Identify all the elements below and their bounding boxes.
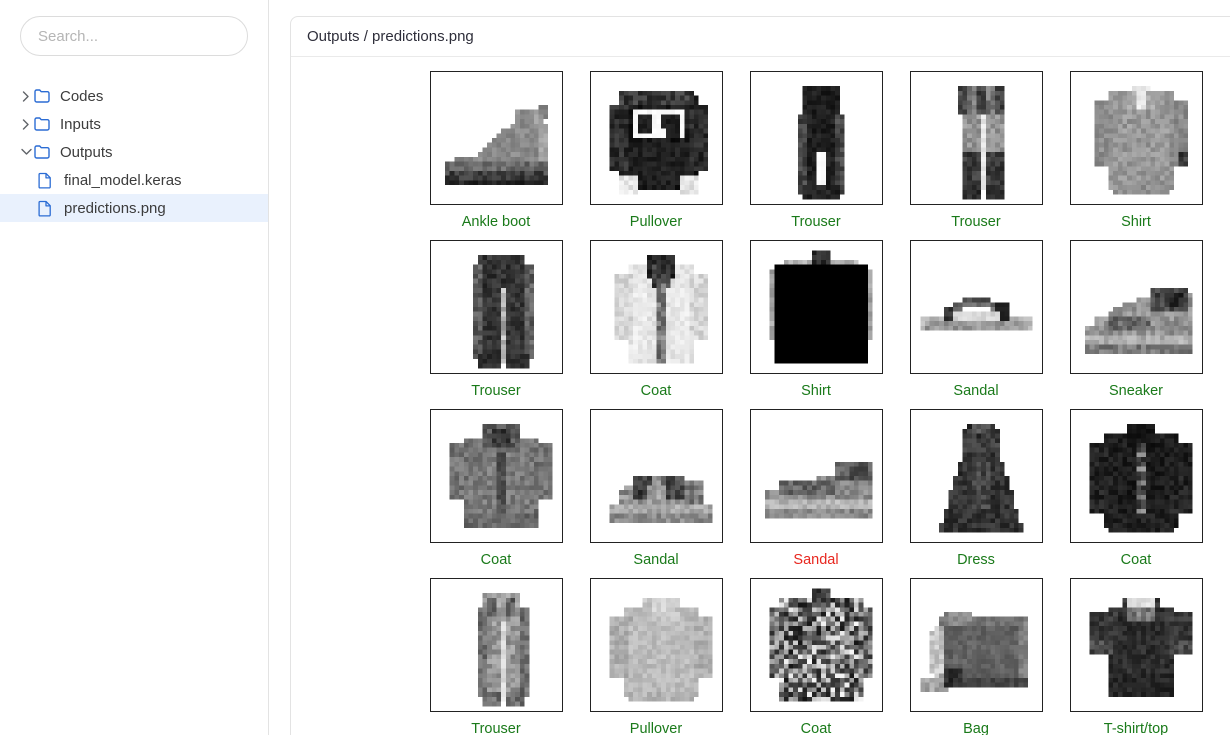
predictions-grid: Ankle boot Pullover Trouser Trouser Shirt Tro… xyxy=(291,71,1230,735)
content-area: Outputs / predictions.png Ankle boot Pull… xyxy=(269,0,1230,735)
prediction-label: Pullover xyxy=(630,720,682,735)
prediction-thumbnail xyxy=(910,240,1043,374)
tree-folder-outputs[interactable]: Outputs xyxy=(0,138,268,166)
prediction-thumbnail xyxy=(430,409,563,543)
chevron-right-icon[interactable] xyxy=(18,91,34,102)
prediction-thumbnail xyxy=(430,578,563,712)
tree-item-label: predictions.png xyxy=(64,200,166,217)
prediction-thumbnail xyxy=(1070,578,1203,712)
tree-folder-inputs[interactable]: Inputs xyxy=(0,110,268,138)
prediction-label: T-shirt/top xyxy=(1104,720,1168,735)
prediction-thumbnail xyxy=(750,578,883,712)
prediction-cell: Coat xyxy=(736,578,896,735)
tree-item-label: Inputs xyxy=(60,116,101,133)
prediction-thumbnail xyxy=(750,240,883,374)
tree-item-label: final_model.keras xyxy=(64,172,182,189)
prediction-label: Coat xyxy=(641,382,672,400)
prediction-label: Trouser xyxy=(471,382,520,400)
predictions-viewport: Ankle boot Pullover Trouser Trouser Shirt Tro… xyxy=(291,57,1230,735)
tree-item-label: Outputs xyxy=(60,144,113,161)
prediction-label: Trouser xyxy=(471,720,520,735)
prediction-label: Sneaker xyxy=(1109,382,1163,400)
prediction-thumbnail xyxy=(910,71,1043,205)
preview-card: Outputs / predictions.png Ankle boot Pull… xyxy=(290,16,1230,735)
folder-icon xyxy=(34,145,56,159)
prediction-label: Sandal xyxy=(633,551,678,569)
prediction-thumbnail xyxy=(590,578,723,712)
folder-icon xyxy=(34,89,56,103)
prediction-label: Coat xyxy=(481,551,512,569)
sidebar: Codes Inputs Outputs final_model.keraspredi… xyxy=(0,0,269,735)
prediction-cell: Ankle boot xyxy=(416,71,576,231)
folder-icon xyxy=(34,117,56,131)
prediction-cell: Trouser xyxy=(736,71,896,231)
prediction-thumbnail xyxy=(750,409,883,543)
chevron-right-icon[interactable] xyxy=(18,119,34,130)
prediction-label: Sandal xyxy=(793,551,838,569)
prediction-label: Trouser xyxy=(951,213,1000,231)
prediction-label: Shirt xyxy=(1121,213,1151,231)
prediction-label: Coat xyxy=(1121,551,1152,569)
prediction-thumbnail xyxy=(750,71,883,205)
prediction-thumbnail xyxy=(430,240,563,374)
breadcrumb-text: Outputs / predictions.png xyxy=(307,28,474,45)
prediction-cell: Sandal xyxy=(576,409,736,569)
prediction-cell: Pullover xyxy=(576,578,736,735)
prediction-thumbnail xyxy=(1070,71,1203,205)
tree-file-final-model-keras[interactable]: final_model.keras xyxy=(0,166,268,194)
prediction-label: Shirt xyxy=(801,382,831,400)
prediction-cell: Shirt xyxy=(1056,71,1216,231)
prediction-cell: Coat xyxy=(576,240,736,400)
prediction-label: Ankle boot xyxy=(462,213,531,231)
search-input[interactable] xyxy=(20,16,248,56)
search-container xyxy=(0,16,268,56)
prediction-label: Bag xyxy=(963,720,989,735)
chevron-down-icon[interactable] xyxy=(18,148,34,156)
prediction-thumbnail xyxy=(590,71,723,205)
prediction-cell: Sandal xyxy=(736,409,896,569)
prediction-thumbnail xyxy=(430,71,563,205)
prediction-thumbnail xyxy=(1070,240,1203,374)
prediction-cell: Coat xyxy=(416,409,576,569)
tree-folder-codes[interactable]: Codes xyxy=(0,82,268,110)
file-tree: Codes Inputs Outputs final_model.keraspredi… xyxy=(0,82,268,222)
tree-item-label: Codes xyxy=(60,88,103,105)
prediction-cell: T-shirt/top xyxy=(1056,578,1216,735)
prediction-label: Dress xyxy=(957,551,995,569)
prediction-cell: Trouser xyxy=(416,578,576,735)
prediction-cell: Trouser xyxy=(896,71,1056,231)
prediction-cell: Coat xyxy=(1056,409,1216,569)
prediction-cell: Dress xyxy=(896,409,1056,569)
prediction-thumbnail xyxy=(590,240,723,374)
breadcrumb: Outputs / predictions.png xyxy=(291,17,1230,57)
prediction-cell: Sandal xyxy=(896,240,1056,400)
prediction-label: Sandal xyxy=(953,382,998,400)
prediction-thumbnail xyxy=(590,409,723,543)
prediction-label: Trouser xyxy=(791,213,840,231)
file-icon xyxy=(38,200,60,217)
prediction-cell: Bag xyxy=(896,578,1056,735)
prediction-thumbnail xyxy=(1070,409,1203,543)
prediction-cell: Trouser xyxy=(416,240,576,400)
file-icon xyxy=(38,172,60,189)
prediction-cell: Sneaker xyxy=(1056,240,1216,400)
tree-file-predictions-png[interactable]: predictions.png xyxy=(0,194,268,222)
prediction-cell: Shirt xyxy=(736,240,896,400)
prediction-thumbnail xyxy=(910,409,1043,543)
prediction-label: Coat xyxy=(801,720,832,735)
prediction-thumbnail xyxy=(910,578,1043,712)
prediction-cell: Pullover xyxy=(576,71,736,231)
prediction-label: Pullover xyxy=(630,213,682,231)
